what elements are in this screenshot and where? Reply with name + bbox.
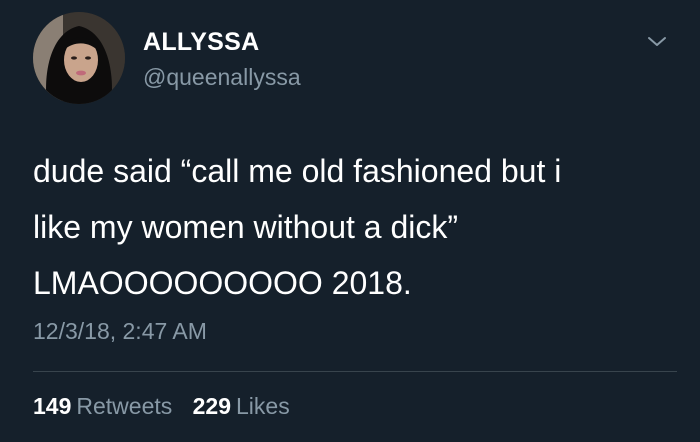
tweet-card: ALLYSSA @queenallyssa dude said “call me… xyxy=(0,0,700,442)
display-name[interactable]: ALLYSSA xyxy=(143,28,259,57)
avatar[interactable] xyxy=(33,12,125,104)
tweet-timestamp[interactable]: 12/3/18, 2:47 AM xyxy=(33,318,207,345)
likes-count: 229 xyxy=(192,393,232,419)
tweet-text-line: like my women without a dick” xyxy=(33,209,459,245)
retweets-label: Retweets xyxy=(76,393,173,419)
divider xyxy=(33,371,677,372)
likes-label: Likes xyxy=(236,393,290,419)
chevron-down-icon[interactable] xyxy=(645,32,669,50)
user-handle[interactable]: @queenallyssa xyxy=(143,64,301,91)
tweet-text-line: dude said “call me old fashioned but i xyxy=(33,153,562,189)
likes-stat[interactable]: 229 Likes xyxy=(193,393,290,420)
retweets-stat[interactable]: 149 Retweets xyxy=(33,393,172,420)
tweet-stats: 149 Retweets 229 Likes xyxy=(33,393,304,420)
tweet-text: dude said “call me old fashioned but i l… xyxy=(33,143,683,311)
tweet-text-line: LMAOOOOOOOOO 2018. xyxy=(33,265,412,301)
avatar-image xyxy=(33,12,125,104)
retweets-count: 149 xyxy=(33,393,72,419)
